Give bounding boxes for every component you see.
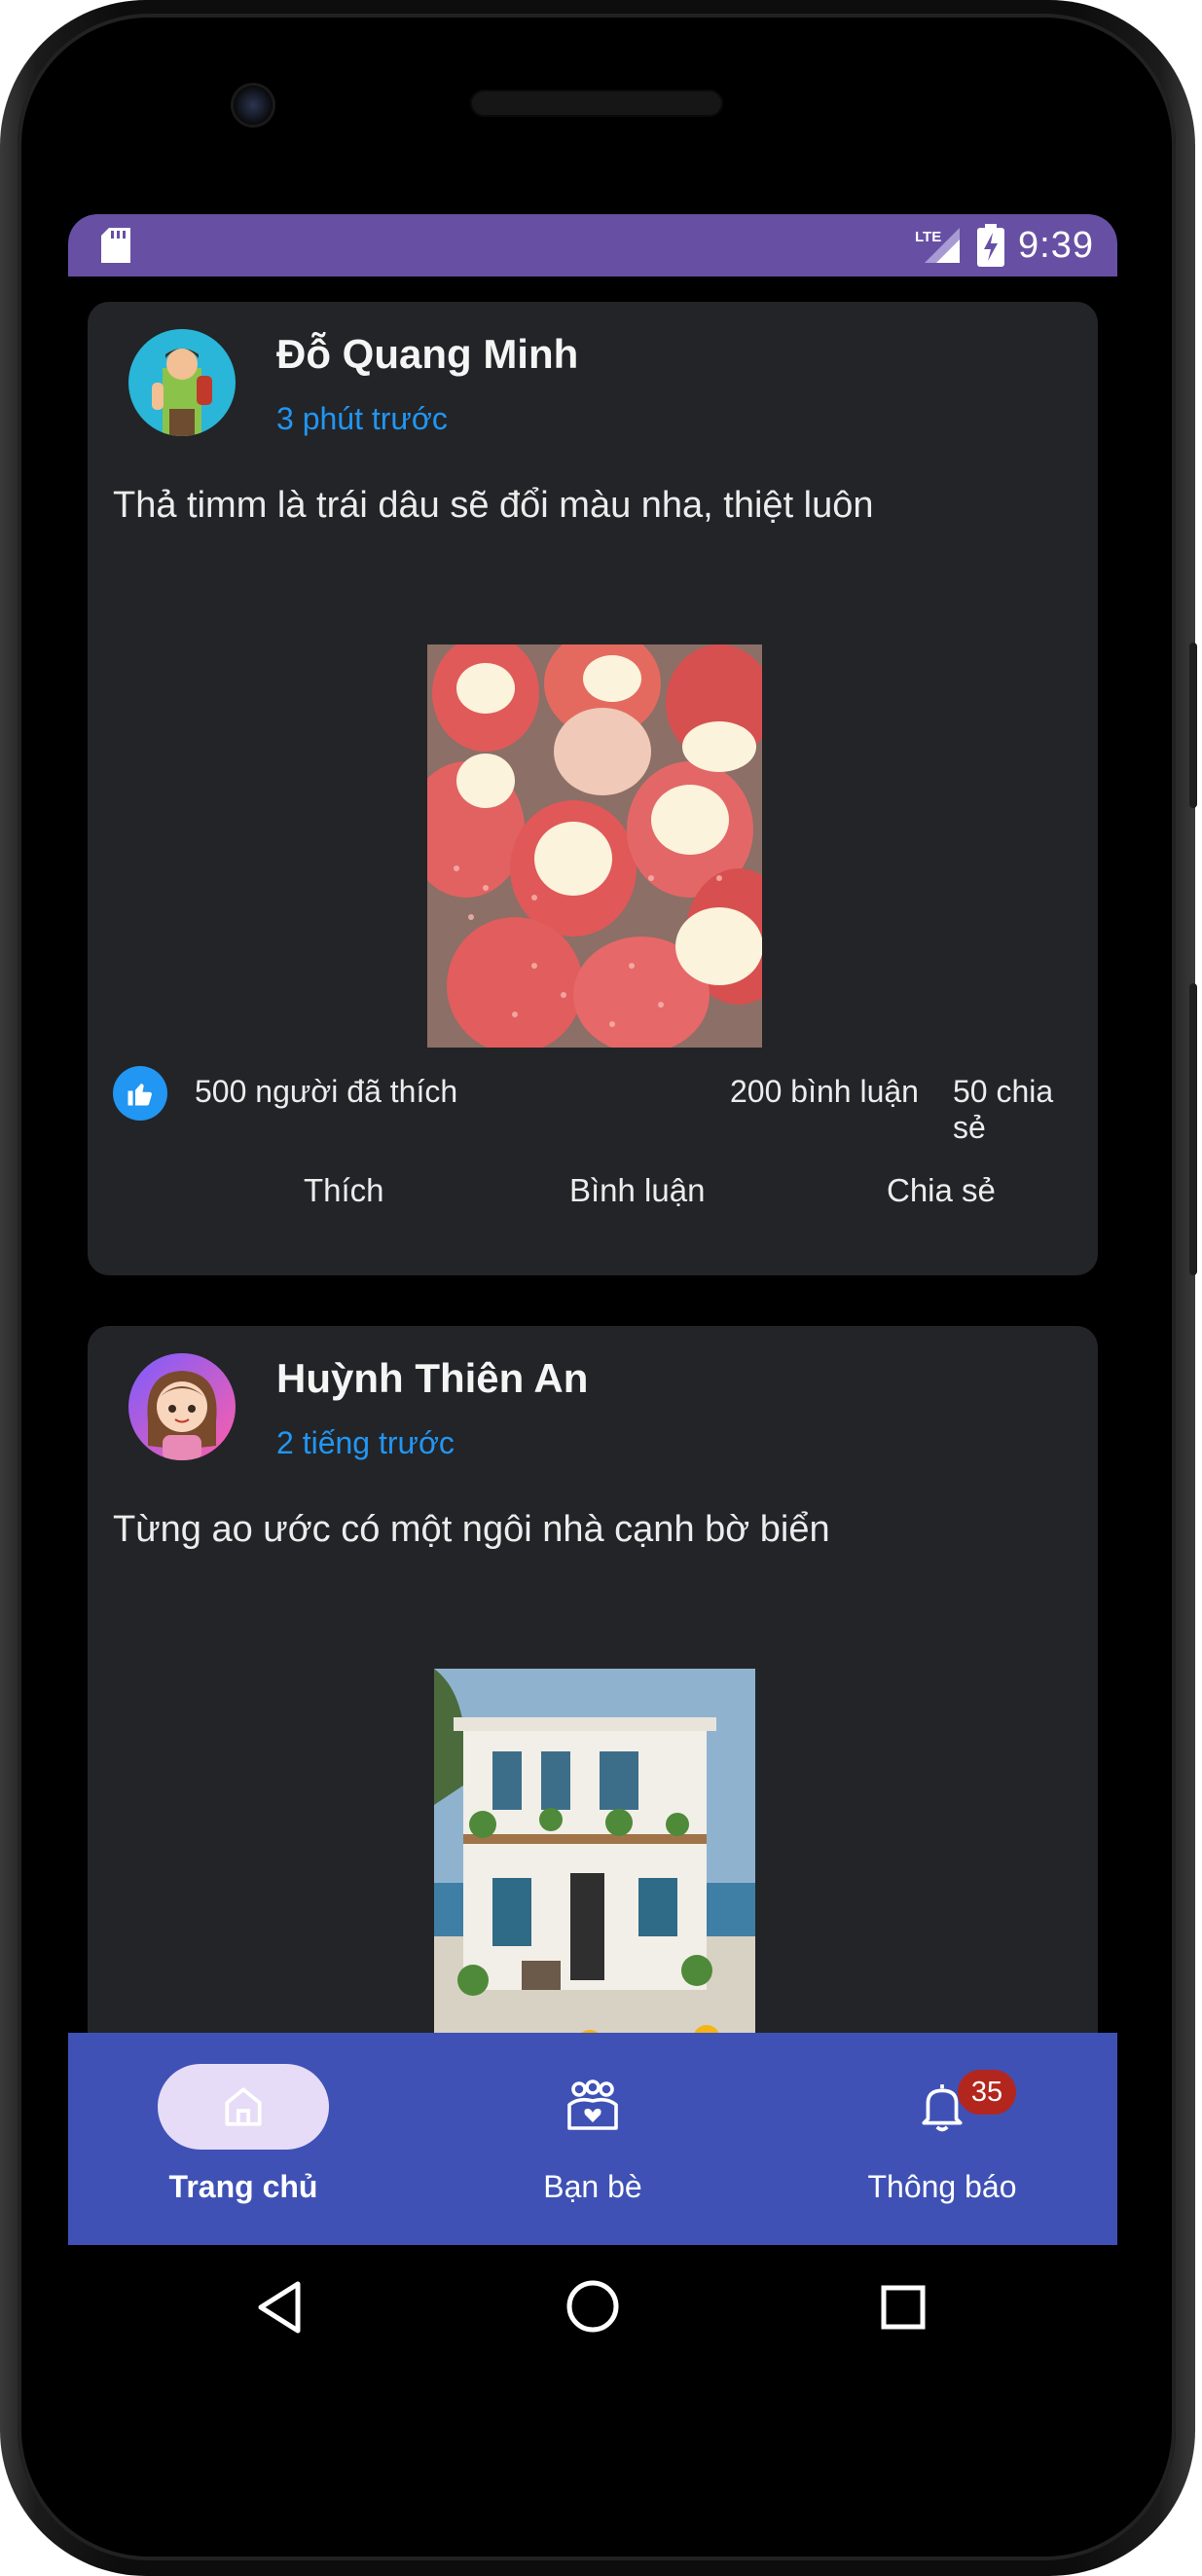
nav-active-indicator [158,2064,329,2150]
nav-label-notifications: Thông báo [867,2169,1017,2204]
recents-icon[interactable] [880,2284,927,2331]
shares-count[interactable]: 50 chia sẻ [953,1074,1076,1146]
nav-item-home[interactable]: Trang chủ [68,2033,419,2245]
volume-button [1189,643,1197,808]
author-avatar[interactable] [128,1353,236,1460]
nav-item-friends[interactable]: Bạn bè [418,2033,768,2245]
status-time: 9:39 [1018,224,1094,266]
post-time: 2 tiếng trước [276,1425,455,1460]
author-name[interactable]: Đỗ Quang Minh [276,331,578,378]
friends-icon [567,2079,618,2130]
sd-card-icon [101,228,130,263]
power-button [1189,983,1197,1275]
post-card: Huỳnh Thiên An 2 tiếng trước Từng ao ước… [88,1326,1098,2066]
post-card: Đỗ Quang Minh 3 phút trước Thả timm là t… [88,302,1098,1275]
author-avatar[interactable] [128,329,236,436]
bottom-navigation: Trang chủ Bạn bè 35 Thông báo [68,2033,1117,2245]
post-stats: 500 người đã thích 200 bình luận 50 chia… [113,1064,1076,1145]
post-image-strawberries[interactable] [427,644,762,1048]
news-feed[interactable]: Đỗ Quang Minh 3 phút trước Thả timm là t… [68,276,1117,2066]
like-button[interactable]: Thích [304,1172,384,1209]
screen: LTE 9:39 Đỗ Quang Minh 3 phút trước Thả … [68,214,1117,2245]
back-icon[interactable] [255,2280,304,2335]
post-actions: Thích Bình luận Chia sẻ [88,1159,1098,1236]
like-reaction-icon [113,1066,167,1121]
lte-signal-icon: LTE [915,226,964,265]
post-time: 3 phút trước [276,401,448,436]
system-navigation-bar [0,2245,1195,2381]
comment-button[interactable]: Bình luận [569,1172,705,1209]
network-type-label: LTE [915,229,941,245]
nav-item-notifications[interactable]: 35 Thông báo [767,2033,1117,2245]
post-content: Từng ao ước có một ngôi nhà cạnh bờ biển [113,1509,830,1550]
home-icon [225,2087,262,2126]
notification-badge: 35 [958,2070,1016,2115]
post-content: Thả timm là trái dâu sẽ đổi màu nha, thi… [113,485,874,526]
battery-charging-icon [977,224,1005,267]
likes-count[interactable]: 500 người đã thích [195,1074,457,1110]
author-name[interactable]: Huỳnh Thiên An [276,1355,588,1402]
comments-count[interactable]: 200 bình luận [730,1074,919,1110]
post-image-house[interactable] [434,1669,755,2058]
home-circle-icon[interactable] [565,2278,621,2335]
front-camera [234,86,273,125]
phone-frame: LTE 9:39 Đỗ Quang Minh 3 phút trước Thả … [0,0,1197,2576]
share-button[interactable]: Chia sẻ [887,1172,996,1209]
nav-label-home: Trang chủ [168,2169,318,2204]
nav-label-friends: Bạn bè [543,2169,642,2204]
status-bar: LTE 9:39 [68,214,1117,276]
earpiece-speaker [470,90,723,117]
